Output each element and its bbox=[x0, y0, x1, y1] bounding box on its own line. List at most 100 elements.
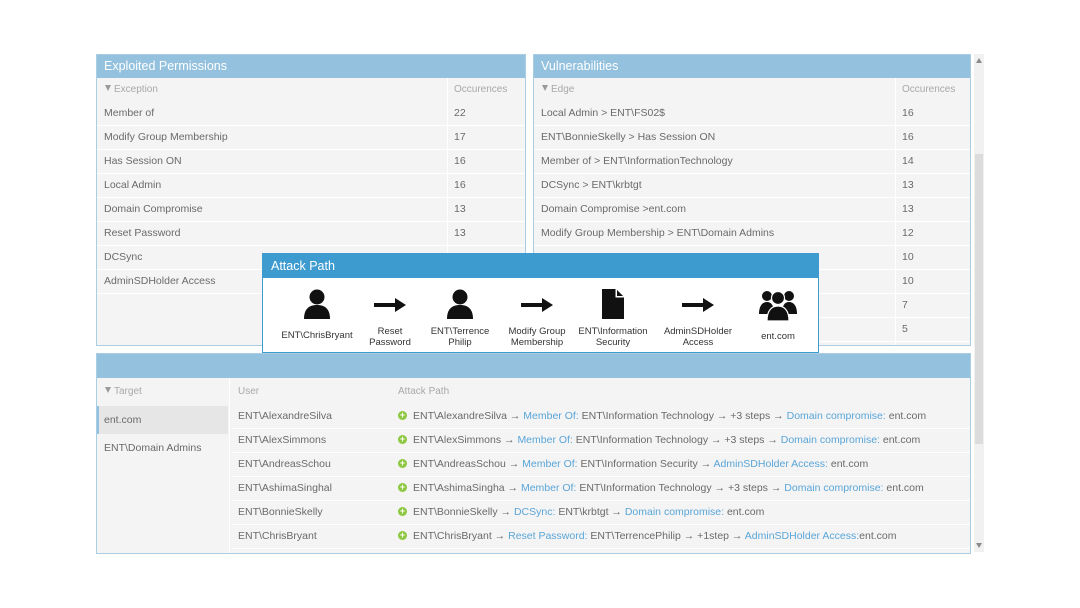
path-node-text: ent.com bbox=[879, 434, 921, 446]
path-edge-link[interactable]: DCSync: bbox=[514, 506, 555, 518]
scroll-down-icon[interactable] bbox=[976, 543, 982, 548]
target-item[interactable]: ent.com bbox=[97, 406, 228, 434]
path-node-text: ent.com bbox=[724, 506, 765, 518]
path-node-text: ENT\Information Technology → +3 steps → bbox=[578, 410, 787, 422]
table-row[interactable]: Domain Compromise 13 bbox=[97, 197, 525, 222]
edge-name: ENT\BonnieSkelly > Has Session ON bbox=[541, 131, 716, 143]
attack-path-step: ENT\Information Security bbox=[573, 288, 653, 348]
edge-name: Modify Group Membership > ENT\Domain Adm… bbox=[541, 227, 775, 239]
path-node-text: ent.com bbox=[883, 482, 924, 494]
path-edge-link[interactable]: Domain compromise: bbox=[781, 434, 880, 446]
attack-path-step: Modify Group Membership bbox=[497, 288, 577, 348]
expand-plus-icon[interactable]: + bbox=[398, 506, 407, 516]
path-node-text: ENT\AndreasSchou → bbox=[413, 458, 523, 470]
exploited-permissions-title: Exploited Permissions bbox=[97, 55, 525, 78]
occurences-column-header[interactable]: Occurences bbox=[902, 84, 955, 95]
table-row[interactable]: Modify Group Membership 17 bbox=[97, 125, 525, 150]
table-row[interactable]: ENT\ChrisBryant + ENT\ChrisBryant → Reset … bbox=[232, 524, 970, 549]
attack-path-step: ent.com bbox=[738, 288, 818, 342]
occurence-count: 16 bbox=[902, 107, 914, 119]
table-row[interactable]: ENT\AndreasSchou + ENT\AndreasSchou → Memb… bbox=[232, 452, 970, 477]
expand-plus-icon[interactable]: + bbox=[398, 410, 407, 420]
exception-name: AdminSDHolder Access bbox=[104, 275, 216, 287]
path-edge-link[interactable]: Member Of: bbox=[523, 410, 578, 422]
attack-path-step: Reset Password bbox=[350, 288, 430, 348]
table-row[interactable]: ENT\AlexandreSilva + ENT\AlexandreSilva → … bbox=[232, 404, 970, 429]
user-icon bbox=[277, 288, 357, 322]
column-divider bbox=[229, 378, 230, 553]
path-edge-link[interactable]: Reset Password: bbox=[508, 530, 587, 542]
user-name: ENT\AlexandreSilva bbox=[238, 410, 332, 422]
scroll-up-icon[interactable] bbox=[976, 58, 982, 63]
occurence-count: 13 bbox=[902, 203, 914, 215]
page-scrollbar[interactable] bbox=[974, 54, 984, 552]
target-item[interactable]: ENT\Domain Admins bbox=[97, 434, 228, 462]
occurence-count: 16 bbox=[902, 131, 914, 143]
filter-icon[interactable] bbox=[105, 85, 111, 92]
table-row[interactable]: ENT\BonnieSkelly > Has Session ON 16 bbox=[534, 125, 970, 150]
table-row[interactable]: Reset Password 13 bbox=[97, 221, 525, 246]
target-column-header[interactable]: Target bbox=[105, 386, 142, 397]
occurence-count: 10 bbox=[902, 251, 914, 263]
occurences-column-header[interactable]: Occurences bbox=[454, 84, 507, 95]
edge-column-header[interactable]: Edge bbox=[542, 84, 574, 95]
table-row[interactable]: Modify Group Membership > ENT\Domain Adm… bbox=[534, 221, 970, 246]
scrollbar-thumb[interactable] bbox=[975, 154, 983, 444]
table-row[interactable]: ENT\BonnieSkelly + ENT\BonnieSkelly → DCSy… bbox=[232, 500, 970, 525]
occurence-count: 22 bbox=[454, 107, 466, 119]
filter-icon[interactable] bbox=[542, 85, 548, 92]
user-column-header[interactable]: User bbox=[238, 386, 259, 397]
path-node-text: ENT\ChrisBryant → bbox=[413, 530, 509, 542]
attack-path-text: + ENT\AshimaSingha → Member Of: ENT\Infor… bbox=[398, 476, 924, 500]
occurence-count: 17 bbox=[454, 131, 466, 143]
group-icon bbox=[738, 288, 818, 322]
user-name: ENT\AlexSimmons bbox=[238, 434, 327, 446]
attack-path-step: ENT\ChrisBryant bbox=[277, 288, 357, 341]
table-row[interactable]: Has Session ON 16 bbox=[97, 149, 525, 174]
table-row[interactable]: Member of > ENT\InformationTechnology 14 bbox=[534, 149, 970, 174]
attack-path-text: + ENT\BonnieSkelly → DCSync: ENT\krbtgt →… bbox=[398, 500, 764, 524]
table-row[interactable]: Local Admin 16 bbox=[97, 173, 525, 198]
attack-path-text: + ENT\AlexandreSilva → Member Of: ENT\Inf… bbox=[398, 404, 926, 428]
path-edge-link[interactable]: Member Of: bbox=[521, 482, 576, 494]
attack-path-step-label: Modify Group Membership bbox=[508, 326, 566, 348]
path-edge-link[interactable]: Domain compromise: bbox=[784, 482, 883, 494]
occurence-count: 10 bbox=[902, 275, 914, 287]
exception-name: Member of bbox=[104, 107, 155, 119]
table-row[interactable]: Local Admin > ENT\FS02$ 16 bbox=[534, 101, 970, 126]
table-row[interactable]: Member of 22 bbox=[97, 101, 525, 126]
vulnerabilities-title: Vulnerabilities bbox=[534, 55, 970, 78]
attack-path-modal: Attack Path ENT\ChrisBryant Reset Passwor… bbox=[262, 253, 819, 353]
edge-name: Local Admin > ENT\FS02$ bbox=[541, 107, 666, 119]
occurence-count: 13 bbox=[454, 203, 466, 215]
table-row[interactable]: Domain Compromise >ent.com 13 bbox=[534, 197, 970, 222]
edge-name: Domain Compromise >ent.com bbox=[541, 203, 687, 215]
edge-name: DCSync > ENT\krbtgt bbox=[541, 179, 642, 191]
user-name: ENT\AshimaSinghal bbox=[238, 482, 332, 494]
path-node-text: ENT\Information Technology → +3 steps → bbox=[576, 482, 785, 494]
path-edge-link[interactable]: AdminSDHolder Access: bbox=[714, 458, 828, 470]
table-row[interactable]: ENT\AlexSimmons + ENT\AlexSimmons → Member… bbox=[232, 428, 970, 453]
path-edge-link[interactable]: Member Of: bbox=[517, 434, 572, 446]
expand-plus-icon[interactable]: + bbox=[398, 482, 407, 492]
exception-column-header[interactable]: Exception bbox=[105, 84, 158, 95]
attack-path-step-label: ENT\Terrence Philip bbox=[430, 326, 490, 348]
attack-path-column-header[interactable]: Attack Path bbox=[398, 386, 449, 397]
path-edge-link[interactable]: Domain compromise: bbox=[625, 506, 724, 518]
path-edge-link[interactable]: AdminSDHolder Access: bbox=[745, 530, 859, 542]
attack-path-step-label: ent.com bbox=[761, 331, 795, 342]
attack-paths-panel: Target User Attack Path ent.com ENT\Domai… bbox=[96, 353, 971, 554]
path-edge-link[interactable]: Member Of: bbox=[522, 458, 577, 470]
path-node-text: ENT\Information Security → bbox=[577, 458, 714, 470]
path-edge-link[interactable]: Domain compromise: bbox=[787, 410, 886, 422]
path-node-text: ENT\AshimaSingha → bbox=[413, 482, 521, 494]
table-row[interactable]: DCSync > ENT\krbtgt 13 bbox=[534, 173, 970, 198]
path-node-text: ent.com bbox=[827, 458, 869, 470]
user-icon bbox=[420, 288, 500, 322]
filter-icon[interactable] bbox=[105, 387, 111, 394]
expand-plus-icon[interactable]: + bbox=[398, 434, 407, 444]
attack-path-step-label: AdminSDHolder Access bbox=[663, 326, 733, 348]
expand-plus-icon[interactable]: + bbox=[398, 530, 407, 540]
table-row[interactable]: ENT\AshimaSinghal + ENT\AshimaSingha → Mem… bbox=[232, 476, 970, 501]
expand-plus-icon[interactable]: + bbox=[398, 458, 407, 468]
